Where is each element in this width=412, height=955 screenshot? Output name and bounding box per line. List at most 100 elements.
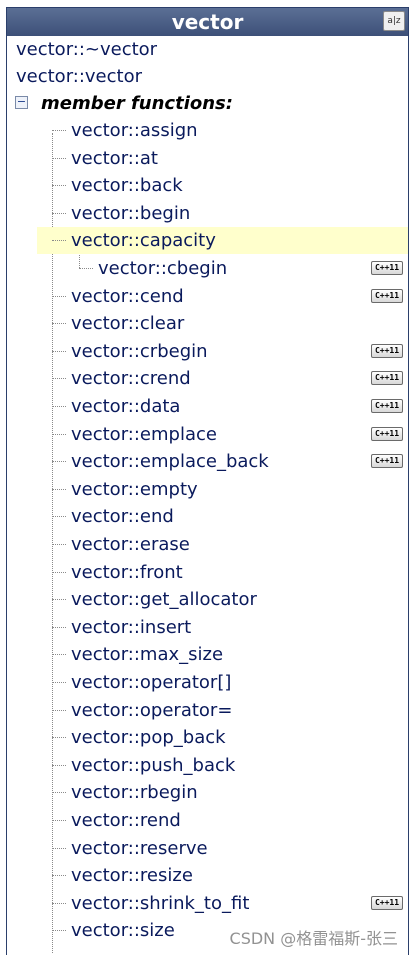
- member-item[interactable]: vector::crend C++11: [7, 365, 408, 392]
- member-item[interactable]: vector::push_back: [7, 752, 408, 779]
- tree-item-label: vector::~vector: [16, 39, 158, 60]
- member-item-label: vector::cbegin: [98, 258, 228, 279]
- member-item-label: vector::emplace: [71, 423, 217, 445]
- cpp11-badge-icon: C++11: [371, 454, 403, 469]
- member-item-label: vector::emplace_back: [71, 451, 269, 473]
- member-item[interactable]: vector::operator[]: [7, 669, 408, 696]
- member-item[interactable]: vector::shrink_to_fit C++11: [7, 890, 408, 917]
- member-item-label: vector::shrink_to_fit: [71, 892, 250, 914]
- tree-connector: [52, 792, 66, 794]
- cpp11-badge-icon: C++11: [371, 261, 403, 275]
- tree-connector: [52, 157, 66, 159]
- member-item[interactable]: vector::insert: [7, 614, 408, 641]
- tree-connector: [52, 516, 66, 518]
- tree-connector: [52, 185, 66, 187]
- tree-item-destructor[interactable]: vector::~vector: [7, 36, 408, 63]
- member-item[interactable]: vector::empty: [7, 476, 408, 503]
- member-item[interactable]: vector::crbegin C++11: [7, 338, 408, 365]
- member-item-label: vector::at: [71, 147, 158, 169]
- member-item-label: vector::data: [71, 396, 181, 417]
- tree-item-constructor[interactable]: vector::vector: [7, 63, 408, 90]
- member-item-label: vector::front: [71, 561, 183, 583]
- group-member-functions[interactable]: − member functions:: [7, 90, 408, 117]
- member-item[interactable]: vector::max_size: [7, 641, 408, 668]
- member-item-label: vector::cend: [71, 285, 184, 307]
- member-item[interactable]: vector::assign: [7, 117, 408, 144]
- member-item[interactable]: vector::emplace C++11: [7, 421, 408, 448]
- tree-connector: [52, 626, 66, 628]
- member-item[interactable]: vector::erase: [7, 531, 408, 558]
- tree-connector: [52, 599, 66, 601]
- tree-connector: [52, 488, 66, 490]
- reference-panel: vector a|z vector::~vector vector::vecto…: [6, 7, 409, 955]
- member-item-label: vector::crbegin: [71, 340, 208, 362]
- tree-connector: [52, 902, 66, 904]
- tree-connector: [52, 378, 66, 380]
- tree-connector: [52, 654, 66, 656]
- member-item-label: vector::empty: [71, 478, 198, 500]
- member-item[interactable]: vector::cbegin C++11: [7, 255, 408, 282]
- member-item[interactable]: vector::rend: [7, 807, 408, 834]
- member-item-label: vector::erase: [71, 534, 190, 555]
- member-item-label: vector::insert: [71, 616, 192, 638]
- member-item[interactable]: vector::get_allocator: [7, 586, 408, 613]
- cpp11-badge-icon: C++11: [371, 399, 403, 413]
- sort-az-icon[interactable]: a|z: [383, 11, 405, 31]
- group-label: member functions:: [41, 93, 233, 114]
- member-item-label: vector::capacity: [71, 230, 216, 252]
- member-item[interactable]: vector::pop_back: [7, 724, 408, 751]
- member-item[interactable]: vector::resize: [7, 862, 408, 889]
- tree-connector: [52, 240, 66, 242]
- member-item-label: vector::rend: [71, 810, 181, 831]
- tree-connector: [52, 130, 66, 131]
- member-item[interactable]: vector::reserve: [7, 835, 408, 862]
- tree-connector: [52, 764, 66, 766]
- tree-connector: [52, 682, 66, 683]
- tree-connector: [52, 544, 66, 545]
- member-item[interactable]: vector::back: [7, 172, 408, 199]
- member-item-label: vector::back: [71, 175, 183, 197]
- member-item-label: vector::size: [71, 920, 175, 942]
- member-item[interactable]: vector::begin: [7, 200, 408, 227]
- member-item[interactable]: vector::front: [7, 559, 408, 586]
- member-item[interactable]: vector::data C++11: [7, 393, 408, 420]
- member-item-label: vector::clear: [71, 313, 185, 335]
- tree-connector: [52, 875, 66, 877]
- member-item[interactable]: vector::emplace_back C++11: [7, 448, 408, 475]
- member-item[interactable]: vector::at: [7, 145, 408, 172]
- member-item-label: vector::crend: [71, 368, 191, 390]
- tree-connector: [79, 268, 93, 269]
- member-item[interactable]: vector::capacity: [7, 227, 408, 255]
- member-item[interactable]: vector::end: [7, 503, 408, 530]
- member-item-label: vector::get_allocator: [71, 589, 257, 611]
- tree-connector: [52, 406, 66, 407]
- panel-header: vector a|z: [7, 8, 408, 36]
- tree-connector: [52, 847, 66, 849]
- watermark: CSDN @格雷福斯-张三: [229, 929, 398, 948]
- tree-connector: [52, 323, 66, 325]
- member-item-label: vector::operator[]: [71, 672, 232, 693]
- tree-connector: [52, 350, 66, 352]
- cpp11-badge-icon: C++11: [371, 895, 403, 910]
- tree-connector: [52, 433, 66, 435]
- member-item-label: vector::push_back: [71, 754, 236, 776]
- tree-guide-stub: [79, 255, 80, 268]
- member-item[interactable]: vector::clear: [7, 310, 408, 337]
- member-item-label: vector::max_size: [71, 644, 224, 666]
- tree-connector: [52, 737, 66, 739]
- tree-connector: [52, 212, 66, 214]
- cpp11-badge-icon: C++11: [371, 371, 403, 386]
- member-item-label: vector::begin: [71, 202, 191, 224]
- member-item-label: vector::assign: [71, 120, 198, 141]
- tree-connector: [52, 820, 66, 821]
- member-item[interactable]: vector::operator=: [7, 697, 408, 724]
- member-item-label: vector::resize: [71, 865, 193, 887]
- cpp11-badge-icon: C++11: [371, 426, 403, 441]
- tree-connector: [52, 571, 66, 573]
- tree-connector: [52, 709, 66, 711]
- member-item[interactable]: vector::cend C++11: [7, 283, 408, 310]
- collapse-icon[interactable]: −: [15, 96, 28, 109]
- member-item[interactable]: vector::rbegin: [7, 779, 408, 806]
- member-item-label: vector::rbegin: [71, 782, 198, 804]
- tree-item-label: vector::vector: [16, 66, 142, 87]
